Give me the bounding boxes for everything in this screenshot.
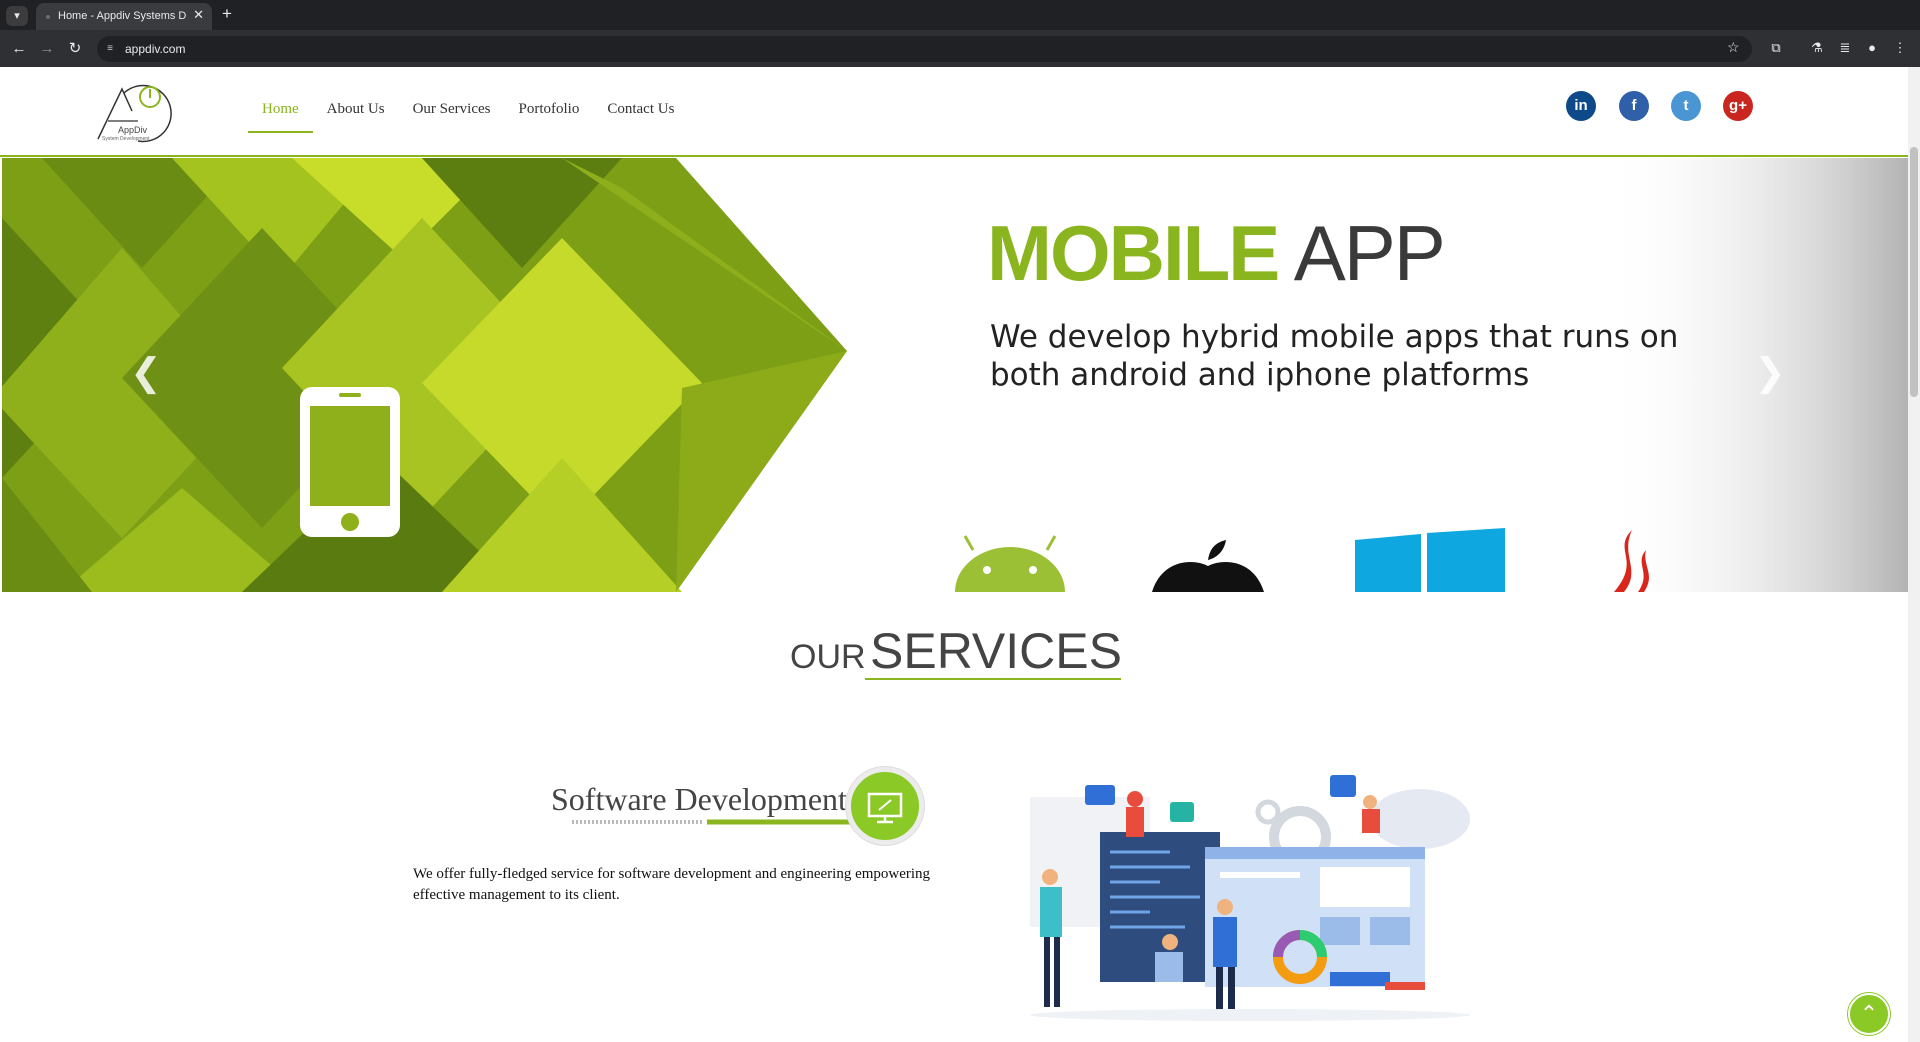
media-icon[interactable]: ≣ — [1835, 38, 1855, 58]
address-bar[interactable] — [97, 36, 1752, 62]
apple-icon — [1152, 540, 1264, 592]
nav-home[interactable]: Home — [248, 99, 313, 133]
reload-icon[interactable]: ↻ — [64, 38, 86, 60]
logo-tagline: System Development — [102, 136, 150, 142]
service-title-underline — [572, 819, 850, 825]
java-icon — [1614, 530, 1649, 592]
forward-icon[interactable]: → — [36, 38, 58, 60]
services-heading-large: SERVICES — [870, 623, 1122, 679]
mobile-phone-icon — [300, 387, 400, 537]
site-info-icon[interactable]: ≡ — [103, 42, 117, 56]
slide-title-bold: MOBILE — [987, 209, 1280, 297]
twitter-icon[interactable]: t — [1671, 91, 1701, 121]
services-heading-underline — [865, 678, 1121, 680]
slide-title: MOBILE APP — [987, 213, 1446, 293]
windows-icon — [1355, 528, 1505, 592]
nav-contact-us[interactable]: Contact Us — [593, 99, 688, 133]
page-viewport: AppDiv System Development Home About Us … — [0, 67, 1920, 1042]
facebook-icon[interactable]: f — [1619, 91, 1649, 121]
nav-our-services[interactable]: Our Services — [399, 99, 505, 133]
lab-icon[interactable]: ⚗ — [1807, 38, 1827, 58]
bookmark-star-icon[interactable]: ☆ — [1727, 39, 1740, 56]
monitor-icon — [867, 792, 903, 824]
browser-tab[interactable]: Home - Appdiv Systems D ✕ — [36, 3, 212, 30]
hero-slider: MOBILE APP We develop hybrid mobile apps… — [2, 158, 1908, 592]
url-text[interactable]: appdiv.com — [125, 42, 185, 56]
tab-title: Home - Appdiv Systems D — [58, 10, 186, 22]
software-development-illustration — [1030, 775, 1470, 1021]
tab-close-icon[interactable]: ✕ — [193, 7, 204, 23]
site-header: AppDiv System Development Home About Us … — [0, 67, 1908, 157]
slider-prev-arrow[interactable]: ❮ — [130, 353, 162, 393]
profile-icon[interactable]: ● — [1862, 38, 1882, 58]
appdiv-logo[interactable]: AppDiv System Development — [94, 81, 174, 145]
service-title: Software Development — [551, 781, 847, 817]
slide-title-normal: APP — [1278, 209, 1446, 297]
scroll-to-top-icon[interactable]: ⌃ — [1848, 993, 1890, 1035]
service-description: We offer fully-fledged service for softw… — [413, 866, 931, 903]
slide-text: We develop hybrid mobile apps that runs … — [990, 319, 1679, 393]
linkedin-icon[interactable]: in — [1566, 91, 1596, 121]
tab-favicon-icon — [46, 15, 50, 19]
main-nav: Home About Us Our Services Portofolio Co… — [248, 99, 688, 133]
nav-about-us[interactable]: About Us — [313, 99, 399, 133]
google-plus-icon[interactable]: g+ — [1723, 91, 1753, 121]
page-scrollbar[interactable] — [1908, 67, 1920, 1042]
extensions-icon[interactable]: ⧉ — [1766, 38, 1786, 58]
services-heading: OUR SERVICES — [790, 622, 1122, 680]
nav-portofolio[interactable]: Portofolio — [505, 99, 594, 133]
scrollbar-thumb[interactable] — [1910, 147, 1918, 397]
android-icon — [955, 535, 1065, 592]
back-icon[interactable]: ← — [8, 38, 30, 60]
services-heading-small: OUR — [790, 638, 866, 676]
logo-name: AppDiv — [118, 125, 148, 135]
software-development-badge — [846, 767, 924, 845]
new-tab-button[interactable]: + — [222, 4, 232, 24]
slider-next-arrow[interactable]: ❯ — [1754, 353, 1786, 393]
menu-icon[interactable]: ⋮ — [1890, 38, 1910, 58]
browser-tab-bar: ▾ Home - Appdiv Systems D ✕ + — [0, 0, 1920, 30]
tab-search-button[interactable]: ▾ — [6, 6, 28, 26]
